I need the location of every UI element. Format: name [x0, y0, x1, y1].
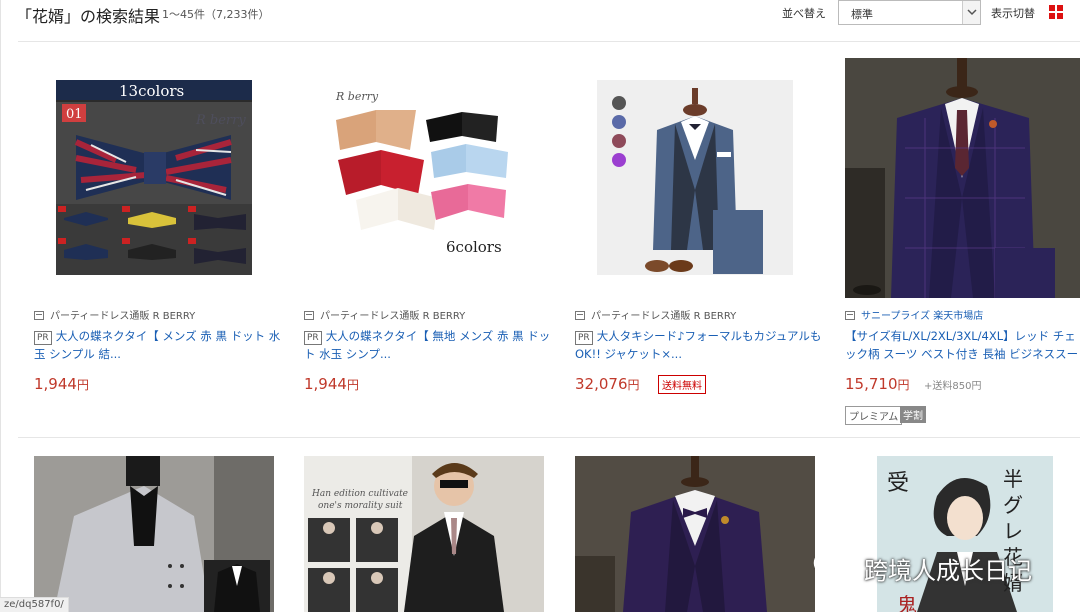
product-price: 32,076円 [575, 375, 640, 393]
shop-icon [575, 311, 585, 320]
product-price: 15,710円 [845, 375, 910, 393]
sort-selected-value: 標準 [851, 8, 873, 21]
shipping-fee: +送料850円 [924, 381, 982, 392]
product-image[interactable]: 13colors 01 R berry [56, 80, 252, 275]
product-image[interactable] [34, 456, 274, 612]
product-image[interactable]: 半 グ レ 花 婿 受 鬼 [877, 456, 1053, 612]
svg-text:半: 半 [1003, 467, 1023, 491]
image-caption: 13colors [119, 82, 184, 100]
free-shipping-badge: 送料無料 [658, 375, 706, 394]
svg-text:グ: グ [1003, 493, 1023, 517]
results-header: 「花婿」の検索結果 1〜45件（7,233件） 並べ替え 標準 表示切替 [0, 0, 1080, 34]
view-toggle-label: 表示切替 [991, 7, 1035, 20]
chevron-down-icon[interactable] [962, 1, 980, 24]
svg-text:鬼: 鬼 [897, 593, 917, 612]
results-count: 1〜45件（7,233件） [162, 8, 270, 21]
shop-name[interactable]: パーティードレス通販 R BERRY [575, 307, 736, 322]
shop-name[interactable]: パーティードレス通販 R BERRY [34, 307, 195, 322]
header-divider [18, 41, 1080, 42]
shop-name[interactable]: サニープライズ 楽天市場店 [845, 307, 983, 322]
product-price: 1,944円 [34, 375, 89, 393]
shop-name[interactable]: パーティードレス通販 R BERRY [304, 307, 465, 322]
product-price: 1,944円 [304, 375, 359, 393]
sort-label: 並べ替え [782, 7, 826, 20]
search-results-title: 「花婿」の検索結果 [16, 7, 161, 26]
shop-icon [34, 311, 44, 320]
watermark-text: 跨境人成长日记 [864, 557, 1032, 585]
product-title-link[interactable]: PR 大人タキシード♪フォーマルもカジュアルもOK!! ジャケット×... [575, 327, 823, 363]
shop-icon [304, 311, 314, 320]
pr-badge: PR [304, 331, 322, 345]
svg-text:R berry: R berry [335, 90, 379, 103]
row-divider [18, 437, 1080, 438]
sort-select[interactable]: 標準 [838, 0, 981, 25]
product-image[interactable] [575, 456, 815, 612]
wechat-icon [813, 549, 858, 582]
watermark: 跨境人成长日记 [812, 548, 1052, 588]
image-caption: 6colors [446, 238, 502, 256]
svg-text:Han edition cultivate: Han edition cultivate [311, 489, 408, 499]
product-image[interactable]: Han edition cultivate one's morality sui… [304, 456, 544, 612]
student-discount-tag: 学割 [900, 406, 926, 423]
shop-icon [845, 311, 855, 320]
premium-tag: プレミアム [845, 406, 903, 425]
product-image[interactable] [597, 80, 793, 275]
grid-icon[interactable] [1049, 5, 1063, 19]
svg-text:受: 受 [887, 471, 909, 496]
product-image[interactable]: R berry 6colors [326, 80, 522, 275]
pr-badge: PR [34, 331, 52, 345]
product-title-link[interactable]: 【サイズ有L/XL/2XL/3XL/4XL】レッド チェック柄 スーツ ベスト付… [845, 327, 1080, 363]
status-url: ze/dq587f0/ [0, 597, 69, 612]
left-border [0, 0, 1, 612]
svg-text:レ: レ [1003, 519, 1023, 543]
product-image[interactable] [845, 58, 1080, 298]
product-title-link[interactable]: PR 大人の蝶ネクタイ【 メンズ 赤 黒 ドット 水玉 シンプル 結... [34, 327, 282, 363]
pr-badge: PR [575, 331, 593, 345]
product-title-link[interactable]: PR 大人の蝶ネクタイ【 無地 メンズ 赤 黒 ドット 水玉 シンプ... [304, 327, 552, 363]
svg-text:one's morality suit: one's morality suit [318, 501, 403, 511]
